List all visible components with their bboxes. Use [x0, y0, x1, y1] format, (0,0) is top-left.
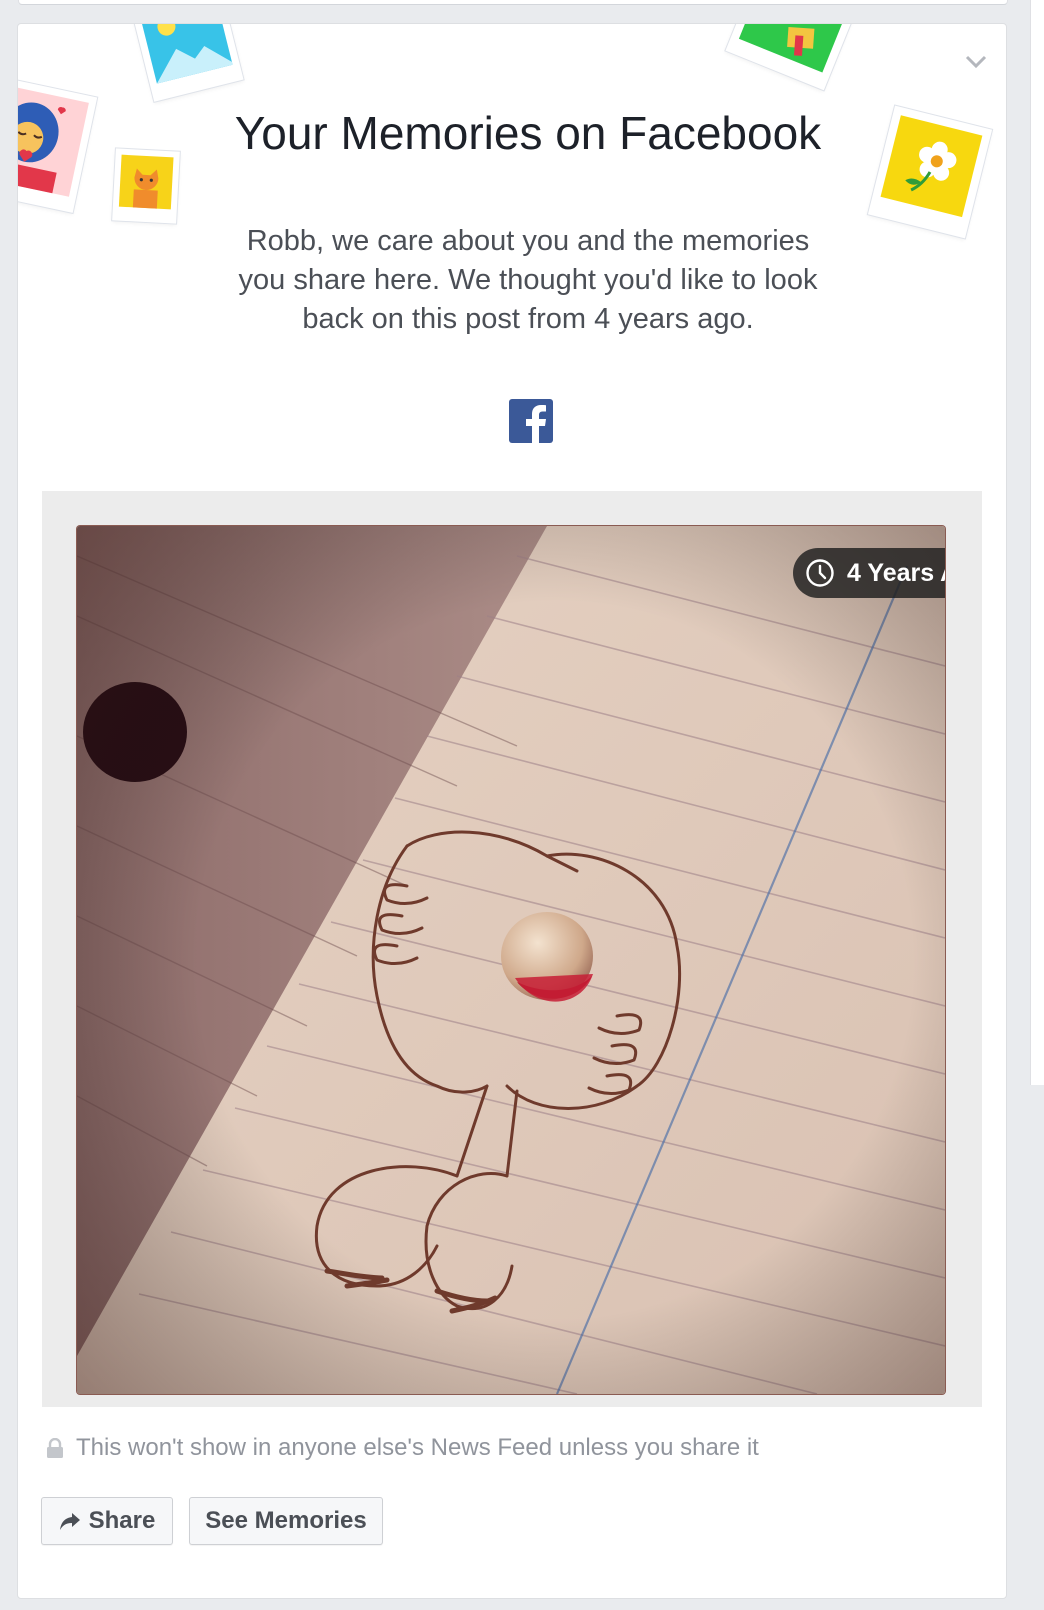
see-memories-button-label: See Memories	[205, 1507, 367, 1534]
clock-icon	[806, 559, 834, 587]
see-memories-button[interactable]: See Memories	[189, 1497, 383, 1545]
girl-portrait-sticker	[18, 77, 98, 213]
share-button[interactable]: Share	[41, 1497, 173, 1545]
card-title: Your Memories on Facebook	[234, 107, 822, 159]
cat-photo-sticker	[112, 148, 180, 224]
memory-age-text: 4 Years Ago	[847, 558, 945, 587]
share-button-label: Share	[88, 1507, 156, 1534]
memory-photo[interactable]: 4 Years Ago	[77, 526, 945, 1394]
sky-photo-sticker	[132, 24, 244, 102]
memory-photo-frame: 4 Years Ago	[42, 491, 982, 1407]
facebook-logo-icon	[509, 399, 553, 443]
previous-card-edge	[18, 0, 1008, 5]
flower-photo-sticker	[867, 105, 993, 239]
chevron-down-icon[interactable]	[962, 49, 990, 73]
green-photo-sticker	[725, 24, 861, 91]
share-arrow-icon	[59, 1513, 80, 1530]
lock-icon	[47, 1438, 63, 1458]
memories-card: Your Memories on Facebook Robb, we care …	[17, 23, 1007, 1599]
right-column-edge	[1030, 0, 1044, 1085]
card-message: Robb, we care about you and the memories…	[238, 225, 818, 335]
privacy-note: This won't show in anyone else's News Fe…	[46, 1434, 759, 1461]
memory-age-badge: 4 Years Ago	[793, 548, 945, 598]
privacy-note-text: This won't show in anyone else's News Fe…	[76, 1434, 759, 1461]
